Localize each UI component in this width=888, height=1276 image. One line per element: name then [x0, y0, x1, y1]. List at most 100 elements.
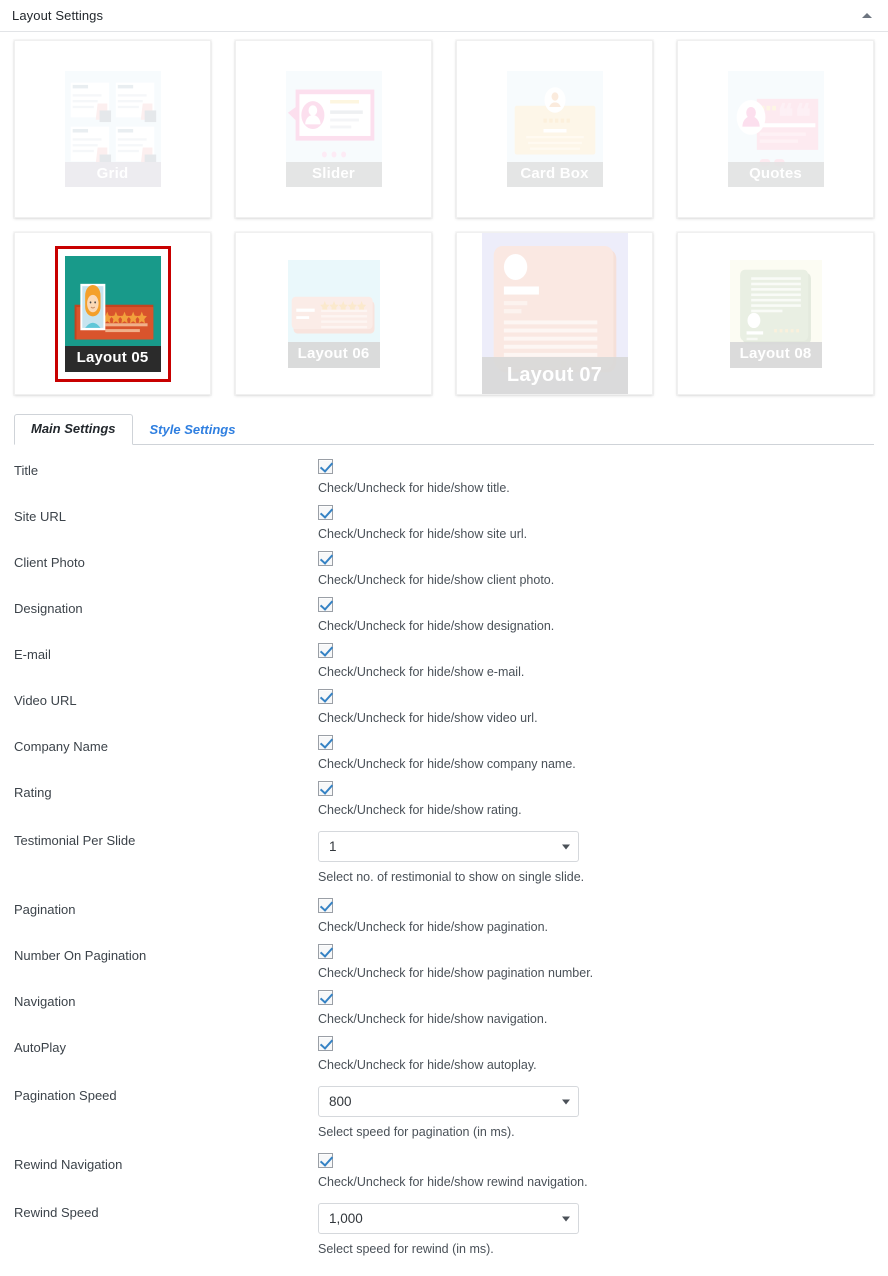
setting-label-rewind-navigation: Rewind Navigation: [14, 1157, 123, 1172]
checkbox-designation[interactable]: [318, 597, 333, 612]
setting-row-rewind-navigation: Rewind Navigation Check/Uncheck for hide/…: [0, 1153, 888, 1191]
setting-field-navigation: Check/Uncheck for hide/show navigation.: [304, 990, 874, 1028]
tab-main-settings[interactable]: Main Settings: [14, 414, 133, 445]
selected-layout-highlight: Layout 05: [54, 245, 171, 382]
setting-row-rewind-speed: Rewind Speed 5008001,0001,500 Select speed…: [0, 1201, 888, 1258]
setting-field-pagination: Check/Uncheck for hide/show pagination.: [304, 898, 874, 936]
setting-help-navigation: Check/Uncheck for hide/show navigation.: [318, 1012, 548, 1026]
setting-help-e-mail: Check/Uncheck for hide/show e-mail.: [318, 665, 525, 679]
setting-label-testimonial-per-slide: Testimonial Per Slide: [14, 833, 136, 848]
layout-card-layout-05[interactable]: Layout 05: [14, 232, 211, 395]
setting-label-e-mail: E-mail: [14, 647, 51, 662]
layout-thumbnail-image: ❝ ❝ Quotes: [727, 71, 824, 187]
layout-thumbnail-label: Grid: [64, 161, 161, 187]
select-rewind-speed[interactable]: 5008001,0001,500: [318, 1203, 579, 1234]
setting-field-rewind-speed: 5008001,0001,500 Select speed for rewind …: [304, 1201, 874, 1258]
setting-label-rating: Rating: [14, 785, 52, 800]
layout-card-layout-07[interactable]: Layout 07: [456, 232, 653, 395]
layout-card-quotes[interactable]: ❝ ❝ Quotes: [677, 40, 874, 218]
layout-thumbnail-label: Slider: [285, 161, 382, 187]
setting-label-client-photo: Client Photo: [14, 555, 85, 570]
setting-help-site-url: Check/Uncheck for hide/show site url.: [318, 527, 528, 541]
select-testimonial-per-slide[interactable]: 1234: [318, 831, 579, 862]
setting-row-company-name: Company Name Check/Uncheck for hide/show …: [0, 735, 888, 773]
layout-thumbnail-wrap: Layout 08: [729, 259, 822, 368]
setting-field-number-on-pagination: Check/Uncheck for hide/show pagination n…: [304, 944, 874, 982]
setting-field-company-name: Check/Uncheck for hide/show company name…: [304, 735, 874, 773]
select-pagination-speed[interactable]: 5008001,0001,500: [318, 1086, 579, 1117]
setting-help-rewind-speed: Select speed for rewind (in ms).: [318, 1242, 494, 1256]
layout-thumbnail-label: Layout 06: [287, 342, 380, 368]
layout-thumbnail-wrap: Layout 07: [481, 233, 628, 394]
setting-row-video-url: Video URL Check/Uncheck for hide/show vid…: [0, 689, 888, 727]
setting-label-title: Title: [14, 463, 39, 478]
setting-label-site-url: Site URL: [14, 509, 67, 524]
setting-field-autoplay: Check/Uncheck for hide/show autoplay.: [304, 1036, 874, 1074]
setting-field-testimonial-per-slide: 1234 Select no. of restimonial to show on…: [304, 829, 874, 886]
layout-thumbnail-image: Layout 08: [729, 259, 822, 368]
setting-help-number-on-pagination: Check/Uncheck for hide/show pagination n…: [318, 966, 594, 980]
checkbox-rating[interactable]: [318, 781, 333, 796]
checkbox-navigation[interactable]: [318, 990, 333, 1005]
layout-thumbnail-wrap: Grid: [64, 71, 161, 187]
setting-label-designation: Designation: [14, 601, 83, 616]
layout-thumbnail-wrap: Card Box: [506, 71, 603, 187]
select-wrapper-pagination-speed: 5008001,0001,500: [318, 1086, 579, 1117]
collapse-panel-button[interactable]: [856, 5, 878, 27]
checkbox-title[interactable]: [318, 459, 333, 474]
setting-field-e-mail: Check/Uncheck for hide/show e-mail.: [304, 643, 874, 681]
checkbox-company-name[interactable]: [318, 735, 333, 750]
setting-field-title: Check/Uncheck for hide/show title.: [304, 459, 874, 497]
setting-help-title: Check/Uncheck for hide/show title.: [318, 481, 510, 495]
setting-label-company-name: Company Name: [14, 739, 108, 754]
checkbox-pagination[interactable]: [318, 898, 333, 913]
setting-label-autoplay: AutoPlay: [14, 1040, 67, 1055]
layout-thumbnail-image: Layout 06: [287, 259, 380, 368]
checkbox-e-mail[interactable]: [318, 643, 333, 658]
setting-row-rating: Rating Check/Uncheck for hide/show rating…: [0, 781, 888, 819]
checkbox-number-on-pagination[interactable]: [318, 944, 333, 959]
checkbox-client-photo[interactable]: [318, 551, 333, 566]
layout-card-slider[interactable]: Slider: [235, 40, 432, 218]
setting-row-client-photo: Client Photo Check/Uncheck for hide/show …: [0, 551, 888, 589]
layout-thumbnail-label: Card Box: [506, 161, 603, 187]
setting-label-pagination: Pagination: [14, 902, 76, 917]
setting-row-title: Title Check/Uncheck for hide/show title.: [0, 459, 888, 497]
setting-row-navigation: Navigation Check/Uncheck for hide/show na…: [0, 990, 888, 1028]
layout-card-card-box[interactable]: Card Box: [456, 40, 653, 218]
svg-text:❝: ❝: [795, 98, 810, 136]
setting-row-autoplay: AutoPlay Check/Uncheck for hide/show auto…: [0, 1036, 888, 1074]
setting-field-site-url: Check/Uncheck for hide/show site url.: [304, 505, 874, 543]
tab-style-settings[interactable]: Style Settings: [133, 415, 253, 445]
triangle-up-icon: [862, 13, 872, 18]
setting-row-e-mail: E-mail Check/Uncheck for hide/show e-mail…: [0, 643, 888, 681]
setting-label-number-on-pagination: Number On Pagination: [14, 948, 147, 963]
checkbox-rewind-navigation[interactable]: [318, 1153, 333, 1168]
layout-thumbnail-grid: Grid Slider Card Box ❝ ❝ Quotes Layout 05 Layou…: [0, 32, 888, 401]
setting-row-testimonial-per-slide: Testimonial Per Slide 1234 Select no. of r…: [0, 829, 888, 886]
select-wrapper-testimonial-per-slide: 1234: [318, 831, 579, 862]
setting-field-designation: Check/Uncheck for hide/show designation.: [304, 597, 874, 635]
setting-row-designation: Designation Check/Uncheck for hide/show d…: [0, 597, 888, 635]
setting-help-pagination: Check/Uncheck for hide/show pagination.: [318, 920, 548, 934]
setting-label-pagination-speed: Pagination Speed: [14, 1088, 117, 1103]
layout-card-layout-06[interactable]: Layout 06: [235, 232, 432, 395]
settings-form: Title Check/Uncheck for hide/show title. S…: [0, 445, 888, 1276]
layout-card-grid[interactable]: Grid: [14, 40, 211, 218]
select-wrapper-rewind-speed: 5008001,0001,500: [318, 1203, 579, 1234]
setting-help-designation: Check/Uncheck for hide/show designation.: [318, 619, 555, 633]
setting-help-client-photo: Check/Uncheck for hide/show client photo…: [318, 573, 555, 587]
setting-field-rewind-navigation: Check/Uncheck for hide/show rewind navig…: [304, 1153, 874, 1191]
settings-tabs: Main Settings Style Settings: [14, 414, 874, 445]
checkbox-autoplay[interactable]: [318, 1036, 333, 1051]
layout-thumbnail-wrap: ❝ ❝ Quotes: [727, 71, 824, 187]
svg-text:❝: ❝: [777, 98, 792, 136]
setting-field-rating: Check/Uncheck for hide/show rating.: [304, 781, 874, 819]
setting-help-autoplay: Check/Uncheck for hide/show autoplay.: [318, 1058, 537, 1072]
layout-thumbnail-image: Card Box: [506, 71, 603, 187]
layout-card-layout-08[interactable]: Layout 08: [677, 232, 874, 395]
layout-thumbnail-label: Layout 08: [729, 342, 822, 368]
checkbox-video-url[interactable]: [318, 689, 333, 704]
checkbox-site-url[interactable]: [318, 505, 333, 520]
setting-row-site-url: Site URL Check/Uncheck for hide/show site…: [0, 505, 888, 543]
